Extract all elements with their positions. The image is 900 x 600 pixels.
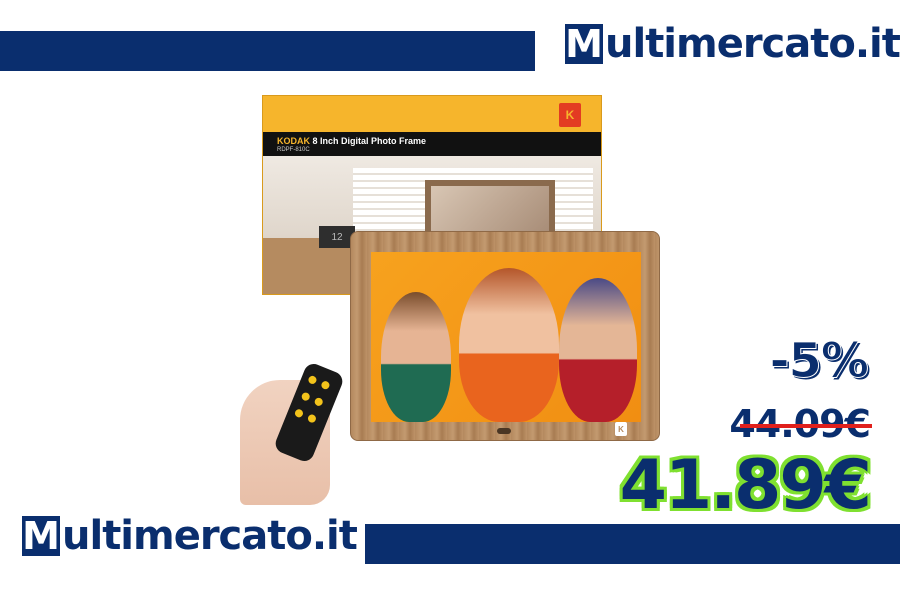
remote-button — [300, 391, 311, 402]
logo-m-badge: M — [565, 22, 603, 66]
discount-badge: -5% — [769, 333, 869, 390]
price-strikethrough — [740, 424, 872, 428]
box-title: KODAK 8 Inch Digital Photo Frame — [277, 136, 426, 146]
brand-logo-bottom[interactable]: M ultimercato.it — [22, 513, 358, 559]
kodak-badge-icon: K — [559, 103, 581, 127]
logo-m-badge: M — [22, 514, 60, 558]
frame-screen — [371, 252, 641, 422]
frame-button — [497, 428, 511, 434]
child-left — [381, 292, 451, 422]
bottom-banner-stripe — [365, 524, 900, 564]
box-model: RDPF-810C — [277, 147, 310, 153]
logo-text: ultimercato.it — [62, 513, 358, 559]
child-center — [459, 268, 559, 422]
remote-button — [307, 413, 318, 424]
remote-button — [313, 396, 325, 408]
top-banner-stripe — [0, 31, 535, 71]
new-price: 41.89€ — [619, 446, 872, 525]
remote-button — [320, 380, 332, 391]
child-right — [559, 278, 637, 422]
remote-button — [293, 408, 305, 419]
box-product-name: 8 Inch Digital Photo Frame — [312, 136, 427, 146]
remote-button — [307, 374, 318, 386]
box-brand: KODAK — [277, 136, 310, 146]
digital-photo-frame: K — [350, 231, 660, 441]
box-top-band — [263, 96, 601, 132]
brand-logo-top[interactable]: M ultimercato.it — [565, 24, 900, 64]
logo-text: ultimercato.it — [605, 21, 900, 67]
frame-kodak-logo-icon: K — [615, 422, 627, 436]
